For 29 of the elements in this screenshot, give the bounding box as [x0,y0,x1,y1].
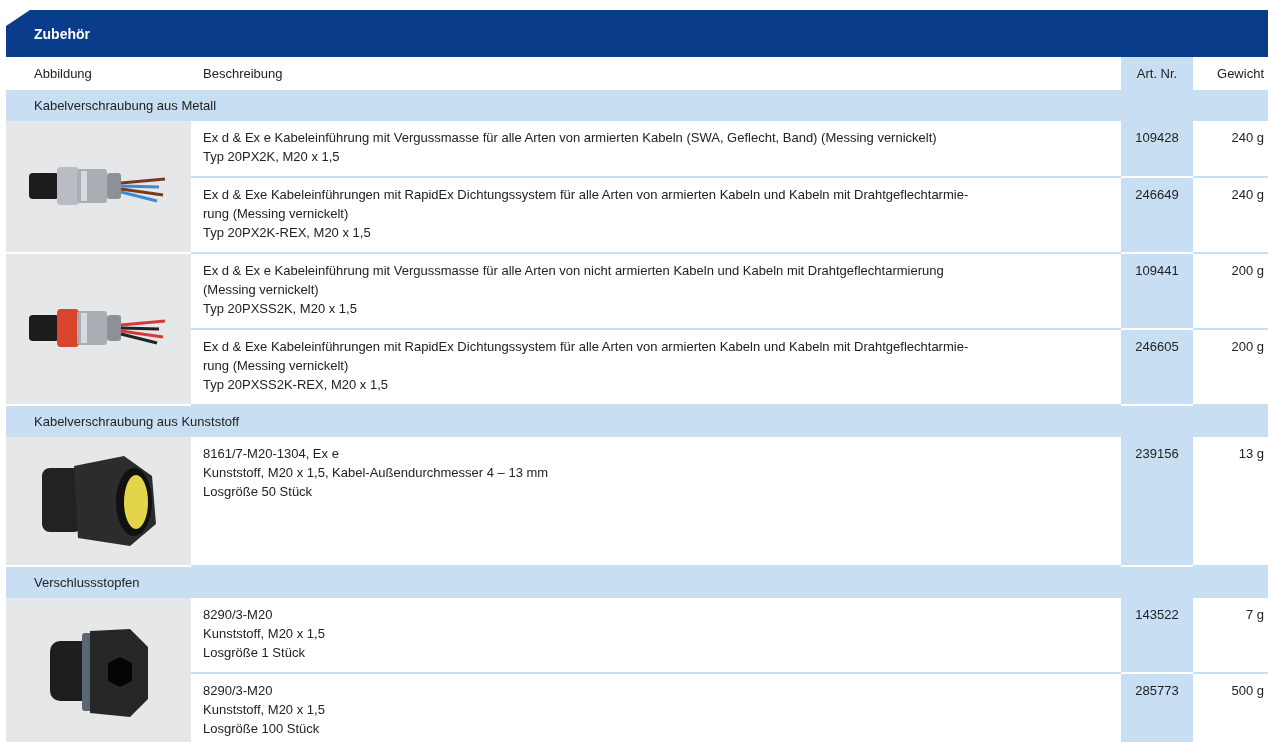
group-heading: Kabelverschraubung aus Metall [34,98,217,113]
column-header: Abbildung [34,66,92,81]
column-header: Beschreibung [203,66,283,81]
article-number: 246649 [1135,187,1179,202]
column-header: Gewicht [1217,66,1264,81]
weight: 240 g [1231,130,1264,145]
group-heading: Kabelverschraubung aus Kunststoff [34,414,239,429]
product-description: 8290/3-M20 Kunststoff, M20 x 1,5 Losgröße 1 Stück [203,606,325,662]
column-header: Art. Nr. [1136,66,1178,81]
product-description: 8161/7-M20-1304, Ex e Kunststoff, M20 x 1,5, Kabel-Außendurchmesser 4 – 13 mm Losgröße 50 Stück [203,445,549,501]
weight: 240 g [1231,187,1264,202]
product-description: Ex d & Ex e Kabeleinführung mit Vergussmasse für alle Arten von armierten Kabeln (SWA, Geflecht, Band) (Messing vernickelt) Typ 20PX2K, M20 x 1,5 [203,129,937,166]
article-number: 109441 [1135,263,1179,278]
product-description: Ex d & Exe Kabeleinführungen mit RapidEx Dichtungssystem für alle Arten von armierten Kabeln und Kabeln mit Drahtgeflechtarmie- rung (Messing vernickelt) Typ 20PXSS2K-REX, M20 x 1,5 [203,338,969,394]
article-number: 246605 [1135,339,1179,354]
weight: 13 g [1238,446,1264,461]
article-number: 109428 [1135,130,1179,145]
section-header: Zubehör [6,10,1268,57]
article-number: 239156 [1135,446,1179,461]
weight: 500 g [1231,683,1264,698]
weight: 7 g [1245,607,1264,622]
weight: 200 g [1231,339,1264,354]
article-number: 143522 [1135,607,1179,622]
product-description: Ex d & Exe Kabeleinführungen mit RapidEx Dichtungssystem für alle Arten von armierten Kabeln und Kabeln mit Drahtgeflechtarmie- rung (Messing vernickelt) Typ 20PX2K-REX, M20 x 1,5 [203,186,969,242]
group-heading: Verschlussstopfen [34,575,140,590]
product-description: Ex d & Ex e Kabeleinführung mit Vergussmasse für alle Arten von nicht armierten Kabeln und Kabeln mit Drahtgeflechtarmierung (Messing vernickelt) Typ 20PXSS2K, M20 x 1,5 [203,262,944,318]
article-number: 285773 [1135,683,1179,698]
product-description: 8290/3-M20 Kunststoff, M20 x 1,5 Losgröße 100 Stück [203,682,325,738]
weight: 200 g [1231,263,1264,278]
